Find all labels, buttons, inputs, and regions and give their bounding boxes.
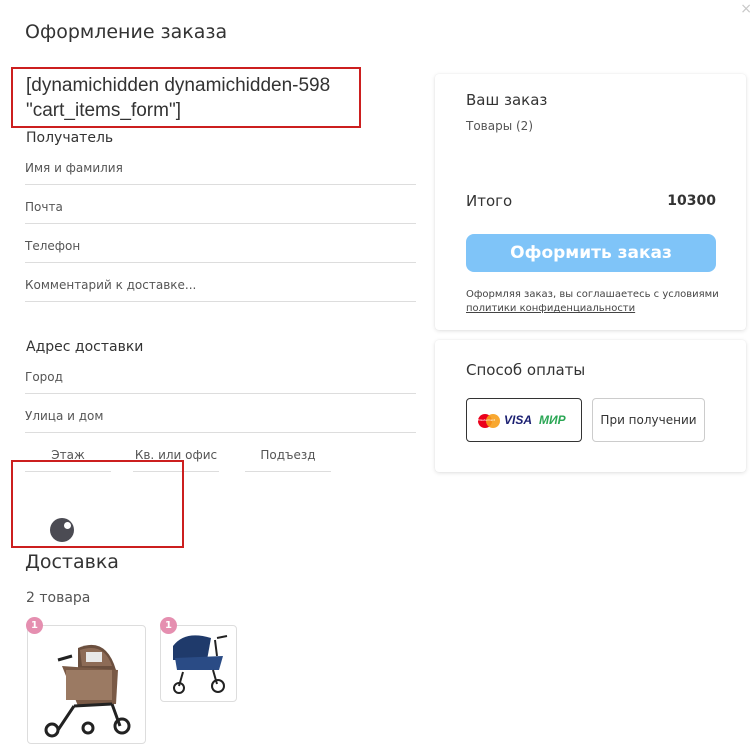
- address-section-title: Адрес доставки: [26, 339, 144, 355]
- delivery-title: Доставка: [25, 551, 119, 573]
- street-field[interactable]: Улица и дом: [25, 409, 416, 433]
- loading-spinner-icon: [50, 518, 74, 542]
- phone-field[interactable]: Телефон: [25, 239, 416, 263]
- total-value: 10300: [667, 193, 716, 209]
- payment-option-card[interactable]: MasterCard VISA МИР: [466, 398, 582, 442]
- mir-logo: МИР: [539, 413, 566, 427]
- privacy-policy-link[interactable]: политики конфиденциальности: [466, 303, 635, 314]
- items-count: 2 товара: [26, 590, 91, 606]
- city-field[interactable]: Город: [25, 370, 416, 394]
- email-field[interactable]: Почта: [25, 200, 416, 224]
- close-icon[interactable]: ×: [740, 2, 752, 16]
- name-field[interactable]: Имя и фамилия: [25, 161, 416, 185]
- product-thumbnail[interactable]: [160, 625, 237, 702]
- mastercard-text: MasterCard: [478, 418, 496, 422]
- recipient-section-title: Получатель: [26, 130, 114, 146]
- comment-field[interactable]: Комментарий к доставке...: [25, 278, 416, 302]
- agreement-text: Оформляя заказ, вы соглашаетесь с услови…: [466, 288, 726, 316]
- stroller-blue-icon: [173, 635, 228, 694]
- stroller-brown-icon: [44, 644, 131, 738]
- highlight-box-loader: [11, 460, 184, 548]
- quantity-badge: 1: [160, 617, 177, 634]
- goods-label: Товары (2): [466, 119, 534, 133]
- payment-option-cash[interactable]: При получении: [592, 398, 705, 442]
- order-summary-title: Ваш заказ: [466, 91, 548, 109]
- form-placeholder-text: [dynamichidden dynamichidden-598 "cart_i…: [26, 75, 331, 121]
- quantity-badge: 1: [26, 617, 43, 634]
- visa-logo: VISA: [504, 413, 533, 427]
- agreement-sentence: Оформляя заказ, вы соглашаетесь с услови…: [466, 289, 719, 300]
- product-thumbnail[interactable]: [27, 625, 146, 744]
- submit-order-button[interactable]: Оформить заказ: [466, 234, 716, 272]
- spinner-dot: [64, 522, 71, 529]
- total-label: Итого: [466, 192, 513, 210]
- entrance-field[interactable]: Подъезд: [245, 448, 331, 472]
- payment-method-title: Способ оплаты: [466, 361, 586, 379]
- page-title: Оформление заказа: [25, 21, 228, 43]
